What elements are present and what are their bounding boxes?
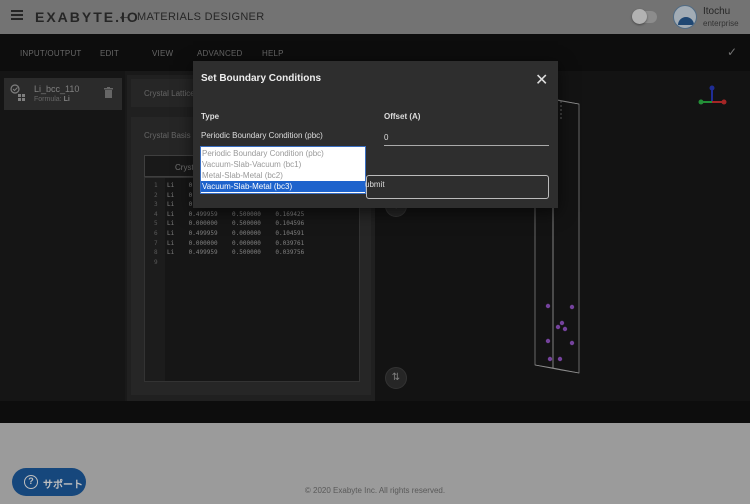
- editor-tab-label: Cryst: [175, 163, 194, 172]
- option-bc3[interactable]: Vacuum-Slab-Metal (bc3): [201, 181, 365, 192]
- line-number: 2: [154, 191, 158, 199]
- help-icon: ?: [24, 475, 38, 489]
- menu-input-output[interactable]: INPUT/OUTPUT: [20, 49, 82, 58]
- app-title: MATERIALS DESIGNER: [137, 11, 265, 23]
- code-line: Li 0.499959 0.000000 0.104591: [167, 230, 305, 237]
- menu-view[interactable]: VIEW: [152, 49, 173, 58]
- atom: [555, 324, 561, 330]
- offset-input[interactable]: [384, 129, 549, 146]
- submit-label-visible: ubmit: [365, 180, 385, 189]
- bottom-strip: [0, 401, 750, 423]
- user-account-type: enterprise: [703, 19, 739, 28]
- offset-label: Offset (A): [384, 112, 421, 121]
- submit-button[interactable]: ​: [366, 175, 549, 199]
- code-line: Li 0.499959 0.500000 0.169425: [167, 210, 305, 218]
- app-root: EXABYTE.IO ← MATERIALS DESIGNER Itochu e…: [0, 0, 750, 504]
- support-label: サポート: [43, 480, 83, 491]
- trash-icon[interactable]: [104, 87, 113, 98]
- line-number: 9: [154, 258, 158, 266]
- line-number: 4: [154, 210, 158, 218]
- atom: [557, 356, 563, 362]
- code-line: Li 0.499959 0.500000 0.039756: [167, 249, 305, 257]
- type-dropdown[interactable]: Periodic Boundary Condition (pbc) Vacuum…: [200, 146, 366, 194]
- line-number: 6: [154, 230, 158, 237]
- option-bc2[interactable]: Metal-Slab-Metal (bc2): [201, 170, 365, 181]
- type-label: Type: [201, 112, 220, 121]
- menu-help[interactable]: HELP: [262, 49, 284, 58]
- hamburger-menu-icon[interactable]: [11, 10, 23, 20]
- support-button[interactable]: ? サポート: [12, 468, 86, 496]
- option-pbc[interactable]: Periodic Boundary Condition (pbc): [201, 148, 365, 159]
- checkmark-icon[interactable]: ✓: [727, 45, 737, 59]
- material-formula: Formula: Li: [34, 96, 70, 103]
- atom: [569, 304, 575, 310]
- menu-advanced[interactable]: ADVANCED: [197, 49, 242, 58]
- code-line: Li 0.000000 0.500000 0.104596: [167, 220, 305, 228]
- atom: [569, 340, 575, 346]
- reset-view-button[interactable]: ⇅: [385, 367, 407, 389]
- menu-edit[interactable]: EDIT: [100, 49, 119, 58]
- theme-toggle[interactable]: [632, 9, 657, 24]
- material-name: Li_bcc_110: [34, 84, 80, 94]
- atom: [559, 320, 565, 326]
- user-name: Itochu: [703, 6, 731, 17]
- copyright-text: © 2020 Exabyte Inc. All rights reserved.: [304, 486, 446, 495]
- line-number: 5: [154, 220, 158, 228]
- line-number: 3: [154, 201, 158, 209]
- close-icon[interactable]: ✕: [535, 70, 548, 90]
- crystal-lattice-label: Crystal Lattice: [144, 89, 195, 98]
- type-select[interactable]: Periodic Boundary Condition (pbc): [201, 131, 323, 140]
- code-line: Li 0.000000 0.000000 0.039761: [167, 239, 305, 247]
- line-number: 1: [154, 182, 158, 189]
- editor-gutter: [145, 178, 165, 381]
- materials-sidebar: Li_bcc_110 Formula: Li: [0, 71, 125, 401]
- atom: [547, 356, 553, 362]
- user-avatar[interactable]: [673, 5, 697, 29]
- top-bar: EXABYTE.IO ← MATERIALS DESIGNER Itochu e…: [0, 0, 750, 34]
- crystal-basis-label: Crystal Basis: [144, 131, 191, 140]
- axis-gizmo-icon: [698, 85, 727, 105]
- line-number: 7: [154, 239, 158, 247]
- material-icon: [10, 84, 25, 101]
- option-bc1[interactable]: Vacuum-Slab-Vacuum (bc1): [201, 159, 365, 170]
- dialog-title: Set Boundary Conditions: [201, 73, 321, 84]
- atom: [562, 326, 568, 332]
- atom: [545, 338, 551, 344]
- back-arrow-icon[interactable]: ←: [117, 7, 131, 23]
- material-item[interactable]: Li_bcc_110 Formula: Li: [4, 78, 122, 110]
- atom: [545, 303, 551, 309]
- line-number: 8: [154, 249, 158, 257]
